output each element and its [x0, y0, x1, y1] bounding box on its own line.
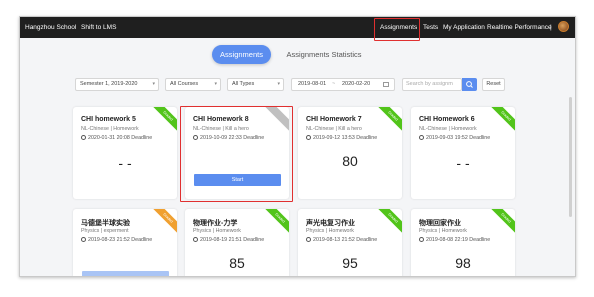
status-ribbon: Graded [374, 107, 402, 135]
clock-icon [419, 135, 424, 140]
card-subject: Physics | Homework [306, 228, 354, 234]
clock-icon [419, 237, 424, 242]
card-title: CHI Homework 7 [306, 116, 362, 123]
date-range-picker[interactable]: 2019-08-01 ~ 2020-02-20 [291, 78, 395, 91]
assignment-card[interactable]: Graded 声光电复习作业 Physics | Homework 2019-0… [298, 209, 402, 276]
chevron-down-icon: ▾ [277, 81, 280, 87]
shift-to-lms-link[interactable]: Shift to LMS [81, 24, 116, 31]
card-score: 95 [342, 255, 358, 271]
search-icon [466, 81, 473, 88]
nav-realtime-performance[interactable]: Realtime Performance [487, 24, 552, 31]
clock-icon [81, 237, 86, 242]
card-subject: NL-Chinese | Homework [81, 126, 139, 132]
status-ribbon: Graded [149, 107, 177, 135]
scrollbar[interactable] [569, 97, 572, 217]
nav-separator: | [550, 24, 552, 31]
clock-icon [193, 237, 198, 242]
nav-my-application[interactable]: My Application [443, 24, 485, 31]
card-deadline: 2019-09-03 19:52 Deadline [419, 135, 490, 141]
status-ribbon: Graded [487, 209, 515, 237]
semester-select[interactable]: Semester 1, 2019-2020 ▾ [75, 78, 159, 91]
status-ribbon: Graded [487, 107, 515, 135]
nav-tests[interactable]: Tests [423, 24, 438, 31]
types-select[interactable]: All Types ▾ [227, 78, 284, 91]
deadline-text: 2019-09-03 19:52 Deadline [426, 135, 491, 141]
deadline-text: 2019-09-12 13:53 Deadline [313, 135, 378, 141]
types-value: All Types [232, 81, 255, 87]
card-deadline: 2019-08-08 22:19 Deadline [419, 237, 490, 243]
card-subject: NL-Chinese | Kill a hero [306, 126, 362, 132]
assignment-card[interactable]: Graded CHI Homework 6 NL-Chinese | Homew… [411, 107, 515, 199]
card-subject: Physics | Homework [419, 228, 467, 234]
tab-assignments-statistics[interactable]: Assignments Statistics [279, 45, 369, 64]
assignment-card[interactable]: Graded CHI homework 5 NL-Chinese | Homew… [73, 107, 177, 199]
clock-icon [306, 237, 311, 242]
assignment-card[interactable]: Graded 物理回家作业 Physics | Homework 2019-08… [411, 209, 515, 276]
card-score: 80 [342, 153, 358, 169]
deadline-text: 2019-08-08 22:19 Deadline [426, 237, 491, 243]
assignment-card[interactable]: Graded 物理作业-力学 Physics | Homework 2019-0… [185, 209, 289, 276]
card-subject: NL-Chinese | Homework [419, 126, 477, 132]
card-deadline: 2019-08-23 21:52 Deadline [81, 237, 152, 243]
top-nav-bar: Hangzhou School Shift to LMS Assignments… [20, 17, 575, 41]
avatar[interactable] [558, 21, 569, 32]
card-subject: Physics | experment [81, 228, 129, 234]
date-to: 2020-02-20 [342, 81, 371, 87]
clock-icon [81, 135, 86, 140]
status-ribbon: Graded [374, 209, 402, 237]
card-deadline: 2019-08-13 21:52 Deadline [306, 237, 377, 243]
chevron-down-icon: ▾ [152, 81, 155, 87]
chevron-down-icon: ▾ [214, 81, 217, 87]
semester-value: Semester 1, 2019-2020 [80, 81, 138, 87]
date-from: 2019-08-01 [298, 81, 327, 87]
card-title: CHI Homework 6 [419, 116, 475, 123]
card-highlight [180, 106, 293, 202]
deadline-text: 2020-01-31 20:08 Deadline [88, 135, 153, 141]
card-score: - - [118, 155, 132, 171]
courses-value: All Courses [170, 81, 199, 87]
assignment-card[interactable]: Graded 马德堡半球实验 Physics | experment 2019-… [73, 209, 177, 276]
status-ribbon: Graded [261, 209, 289, 237]
tab-assignments[interactable]: Assignments [212, 45, 271, 64]
date-separator: ~ [332, 81, 336, 87]
card-title: 物理作业-力学 [193, 220, 238, 227]
card-deadline: 2019-09-12 13:53 Deadline [306, 135, 377, 141]
nav-assignments-highlight [374, 18, 420, 41]
card-score: - - [456, 155, 470, 171]
clock-icon [306, 135, 311, 140]
assignment-card[interactable]: Graded CHI Homework 7 NL-Chinese | Kill … [298, 107, 402, 199]
card-title: 物理回家作业 [419, 220, 461, 227]
search-button[interactable] [462, 78, 477, 91]
deadline-text: 2019-08-19 21:51 Deadline [200, 237, 265, 243]
deadline-text: 2019-08-13 21:52 Deadline [313, 237, 378, 243]
status-ribbon: Graded [149, 209, 177, 237]
card-deadline: 2019-08-19 21:51 Deadline [193, 237, 264, 243]
reset-button[interactable]: Reset [482, 78, 505, 91]
app-window: Hangzhou School Shift to LMS Assignments… [19, 16, 576, 277]
card-title: CHI homework 5 [81, 116, 136, 123]
calendar-icon [383, 82, 389, 87]
card-score: 85 [229, 255, 245, 271]
courses-select[interactable]: All Courses ▾ [165, 78, 221, 91]
card-title: 马德堡半球实验 [81, 220, 130, 227]
deadline-text: 2019-08-23 21:52 Deadline [88, 237, 153, 243]
search-input[interactable]: Search by assignm [402, 78, 462, 91]
card-subject: Physics | Homework [193, 228, 241, 234]
filter-bar: Semester 1, 2019-2020 ▾ All Courses ▾ Al… [20, 78, 575, 91]
card-score: 98 [455, 255, 471, 271]
card-action-button[interactable] [82, 271, 169, 276]
school-name: Hangzhou School [25, 24, 77, 31]
card-title: 声光电复习作业 [306, 220, 355, 227]
card-deadline: 2020-01-31 20:08 Deadline [81, 135, 152, 141]
